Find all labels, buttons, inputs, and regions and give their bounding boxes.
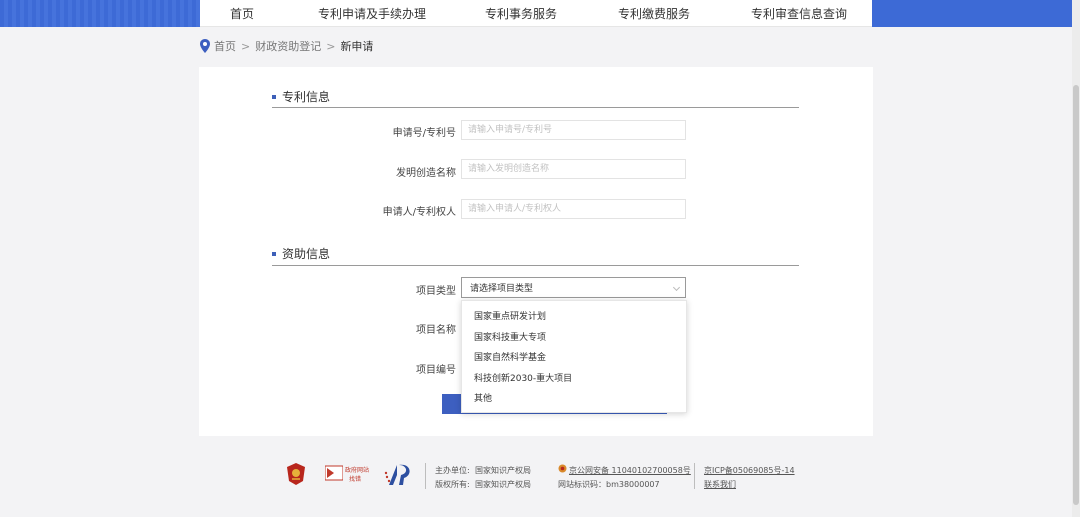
breadcrumb-separator: > [241,39,251,53]
invention-name-label: 发明创造名称 [396,168,456,179]
gov-site-logo-text: 政府网站 [345,467,370,474]
nav-item-home[interactable]: 首页 [230,5,254,22]
chevron-down-icon [672,283,681,292]
project-type-select[interactable]: 请选择项目类型 [461,277,686,298]
funding-section-label: 资助信息 [282,247,331,261]
gov-site-logo-sub: 找错 [349,476,362,483]
footer-divider [694,463,695,489]
police-record-link[interactable]: 京公网安备 11040102700058号 [569,465,691,476]
icp-link[interactable]: 京ICP备05069085号-14 [704,465,795,476]
nav-item-search[interactable]: 专利审查信息查询 [751,5,847,22]
funding-section-title: 资助信息 [272,245,330,262]
breadcrumb-parent[interactable]: 财政资助登记 [255,38,321,54]
host-label: 主办单位: [435,466,470,475]
location-pin-icon [200,39,210,53]
dropdown-option[interactable]: 国家重点研发计划 [462,307,686,328]
patent-section-label: 专利信息 [282,90,331,104]
gov-site-logo-icon[interactable] [325,464,343,482]
applicant-label: 申请人/专利权人 [382,207,456,218]
invention-name-input[interactable] [461,159,686,179]
site-footer: 政府网站 找错 主办单位: 国家知识产权局 版权所有: 国家知识产权局 京公网安… [0,455,1080,495]
breadcrumb-home[interactable]: 首页 [214,38,236,54]
page-scrollbar[interactable] [1072,0,1080,517]
project-type-label: 项目类型 [416,286,456,297]
project-name-label: 项目名称 [416,325,456,336]
breadcrumb-current: 新申请 [340,40,374,53]
section-divider [272,107,799,108]
police-badge-icon [558,464,567,473]
breadcrumb: 首页 > 财政资助登记 > 新申请 [200,38,373,54]
nav-item-affairs[interactable]: 专利事务服务 [485,5,557,22]
scrollbar-thumb[interactable] [1073,85,1079,505]
project-type-dropdown: 国家重点研发计划 国家科技重大专项 国家自然科学基金 科技创新2030-重大项目… [461,300,687,413]
cnipa-logo-icon[interactable] [383,463,411,487]
dropdown-option[interactable]: 其他 [462,389,686,410]
application-number-input[interactable] [461,120,686,140]
copyright-label: 版权所有: [435,480,470,489]
national-emblem-icon[interactable] [287,463,305,485]
copyright-value: 国家知识产权局 [475,480,531,489]
project-number-label: 项目编号 [416,365,456,376]
patent-section-title: 专利信息 [272,88,330,105]
section-divider [272,265,799,266]
footer-divider [425,463,426,489]
section-marker-icon [272,94,276,99]
breadcrumb-separator: > [326,39,336,53]
applicant-input[interactable] [461,199,686,219]
main-nav: 首页 专利申请及手续办理 专利事务服务 专利缴费服务 专利审查信息查询 [200,0,872,27]
banner-pattern [0,0,200,27]
dropdown-option[interactable]: 科技创新2030-重大项目 [462,369,686,390]
dropdown-option[interactable]: 国家科技重大专项 [462,328,686,349]
contact-link[interactable]: 联系我们 [704,479,736,490]
site-id: 网站标识码：bm38000007 [558,480,660,489]
dropdown-option[interactable]: 国家自然科学基金 [462,348,686,369]
section-marker-icon [272,251,276,256]
application-number-label: 申请号/专利号 [392,128,456,139]
nav-item-fees[interactable]: 专利缴费服务 [618,5,690,22]
nav-item-apply[interactable]: 专利申请及手续办理 [318,5,426,22]
project-type-value: 请选择项目类型 [470,284,534,294]
host-value: 国家知识产权局 [475,466,531,475]
